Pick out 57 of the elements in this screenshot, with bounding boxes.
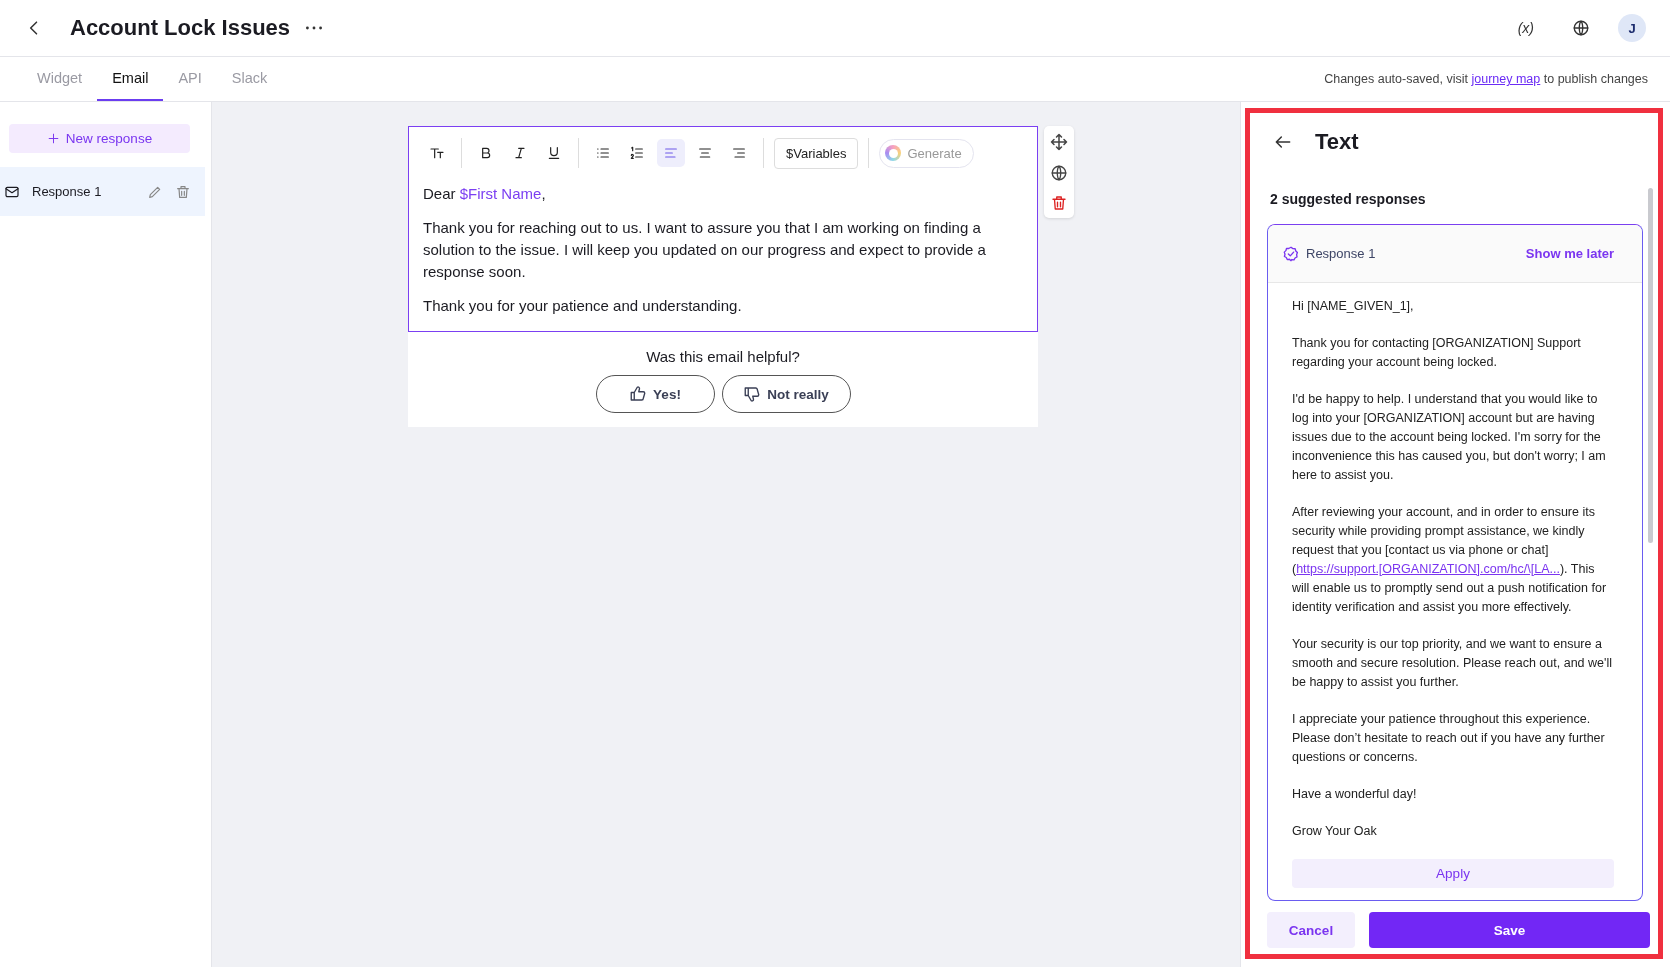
suggestion-title: Response 1 — [1306, 246, 1377, 261]
check-badge-icon — [1282, 244, 1300, 263]
email-paragraph: Thank you for your patience and understanding. — [423, 296, 743, 316]
suggestion-paragraph: I appreciate your patience throughout this experience. Please don’t hesitate to reach out if you have any further questions or concerns. — [1292, 711, 1606, 766]
support-link[interactable]: https://support.[ORGANIZATION].com/hc/\[LA... — [1296, 562, 1560, 576]
variables-button[interactable]: $Variables — [774, 137, 859, 169]
language-button[interactable] — [1050, 164, 1068, 182]
show-me-later-button[interactable]: Show me later — [1525, 246, 1614, 261]
align-left-icon — [663, 145, 679, 161]
yes-button[interactable]: Yes! — [595, 375, 715, 413]
italic-icon — [512, 145, 528, 161]
page-title: Account Lock Issues — [70, 15, 291, 41]
trash-icon — [1050, 194, 1068, 212]
move-icon — [1049, 132, 1069, 152]
suggestion-paragraph: Your security is our top priority, and we want to ensure a smooth and secure resolution. Please reach out, and we'll be happy to assist you further. — [1292, 636, 1613, 691]
apply-button[interactable]: Apply — [1292, 859, 1614, 888]
align-center-icon — [697, 145, 713, 161]
align-right-icon — [731, 145, 747, 161]
user-avatar[interactable]: J — [1618, 14, 1646, 42]
suggestions-count: 2 suggested responses — [1270, 191, 1427, 207]
bullet-list-icon — [595, 145, 611, 161]
thumbs-down-icon — [743, 385, 762, 403]
email-paragraph: Thank you for reaching out to us. I want to assure you that I am working on finding a solution to the issue. I will keep you updated on our progress and expect to provide a response soon. — [423, 218, 987, 282]
journey-map-link[interactable]: journey map — [1471, 72, 1541, 86]
suggestion-paragraph: Hi [NAME_GIVEN_1], — [1292, 298, 1415, 315]
not-really-button[interactable]: Not really — [721, 375, 851, 413]
plus-icon — [46, 132, 60, 145]
save-button[interactable]: Save — [1369, 912, 1650, 948]
email-editor[interactable] — [408, 126, 1038, 332]
underline-icon — [546, 145, 562, 161]
suggestion-paragraph: Have a wonderful day! — [1292, 786, 1418, 803]
trash-icon — [175, 183, 191, 200]
feedback-question: Was this email helpful? — [646, 348, 800, 365]
variables-button[interactable]: (x) — [1511, 19, 1540, 37]
suggestion-paragraph: Grow Your Oak — [1292, 823, 1378, 840]
panel-title: Text — [1315, 129, 1359, 155]
globe-icon — [1050, 164, 1068, 182]
response-label: Response 1 — [32, 184, 103, 199]
text-size-icon — [429, 145, 445, 161]
scrollbar[interactable] — [1648, 188, 1653, 543]
more-icon — [306, 26, 323, 30]
new-response-button[interactable]: New response — [9, 124, 190, 153]
suggestion-paragraph: After reviewing your account, and in order to ensure its security while providing prompt assistance, we kindly request that you [contact us via phone or chat] (https://support.[ORGANIZATION].com/hc/\[LA...). This will enable us to promptly send out a push notification for identity verification and assist you more effectively. — [1292, 504, 1608, 616]
greeting-text: Dear $First Name, — [423, 184, 547, 204]
move-button[interactable] — [1049, 132, 1069, 152]
more-button[interactable] — [306, 26, 323, 30]
thumbs-up-icon — [629, 385, 648, 403]
suggestion-paragraph: Thank you for contacting [ORGANIZATION] Support regarding your account being locked. — [1292, 335, 1582, 371]
suggestion-paragraph: I'd be happy to help. I understand that you would like to log into your [ORGANIZATION] account but are having issues due to the account being locked. I'm sorry for the inconvenience this has caused you, but don't worry; I am here to assist you. — [1292, 391, 1607, 484]
globe-icon — [1572, 19, 1590, 37]
cancel-button[interactable]: Cancel — [1267, 912, 1355, 948]
delete-button[interactable] — [1050, 194, 1068, 212]
language-button[interactable] — [1572, 19, 1590, 37]
autosave-note: Changes auto-saved, visit journey map to publish changes — [1324, 72, 1648, 86]
tab[interactable]: Email — [97, 57, 164, 101]
response-list-item[interactable]: Response 1 — [0, 167, 205, 216]
numbered-list-icon — [629, 145, 645, 161]
